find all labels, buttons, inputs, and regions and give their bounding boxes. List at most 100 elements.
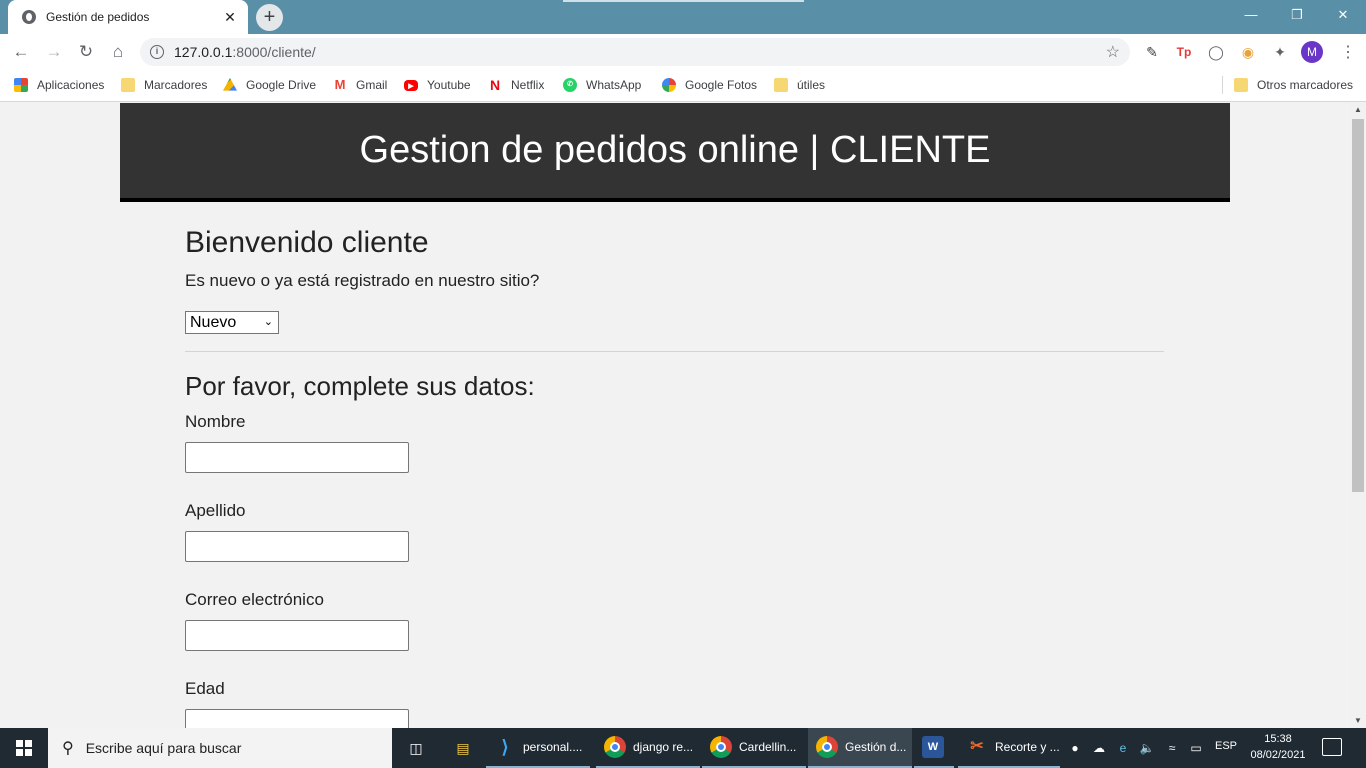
close-window-button[interactable]: ✕ — [1320, 0, 1366, 30]
gmail-icon: M — [334, 77, 346, 92]
taskbar-clock[interactable]: 15:38 08/02/2021 — [1248, 731, 1308, 763]
restore-button[interactable]: ❐ — [1274, 0, 1320, 30]
wifi-icon[interactable]: ≈ — [1164, 740, 1180, 756]
bookmark-label: Google Drive — [246, 78, 317, 92]
globe-icon — [22, 10, 36, 24]
bookmark-star-icon[interactable]: ☆ — [1106, 42, 1120, 62]
windows-logo-icon — [16, 740, 32, 756]
netflix-icon: N — [489, 77, 501, 93]
scroll-up-icon[interactable]: ▲ — [1350, 103, 1366, 117]
pen-extension-icon[interactable]: ✎ — [1143, 43, 1161, 61]
clock-time: 15:38 — [1264, 733, 1292, 745]
scroll-thumb[interactable] — [1352, 119, 1364, 492]
taskbar-app-chrome-gestion[interactable]: Gestión d... — [808, 728, 912, 768]
bookmark-utiles[interactable]: útiles — [774, 70, 825, 100]
form-heading: Por favor, complete sus datos: — [185, 371, 535, 401]
nombre-label: Nombre — [185, 412, 246, 431]
minimize-button[interactable]: — — [1228, 0, 1274, 30]
volume-icon[interactable]: 🔈 — [1139, 740, 1155, 756]
bookmark-label: Otros marcadores — [1257, 78, 1354, 92]
tab-gestion-pedidos[interactable]: Gestión de pedidos ✕ — [8, 0, 248, 34]
address-bar[interactable]: i 127.0.0.1:8000/cliente/ ☆ — [140, 38, 1130, 66]
bookmark-label: Marcadores — [144, 78, 208, 92]
bookmark-google-fotos[interactable]: Google Fotos — [662, 70, 757, 100]
tab-title: Gestión de pedidos — [46, 10, 150, 24]
google-photos-icon — [662, 78, 676, 92]
taskbar-app-label: django re... — [633, 740, 694, 754]
bookmark-whatsapp[interactable]: ✆ WhatsApp — [563, 70, 641, 100]
kebab-menu-icon[interactable]: ⋮ — [1340, 42, 1356, 62]
nombre-input[interactable] — [185, 442, 409, 473]
notifications-icon[interactable] — [1322, 738, 1342, 756]
whatsapp-icon: ✆ — [563, 78, 577, 92]
taskbar-app-label: Cardellin... — [739, 740, 797, 754]
chrome-icon — [604, 736, 626, 758]
welcome-heading: Bienvenido cliente — [185, 226, 429, 259]
word-icon: W — [922, 736, 944, 758]
folder-icon — [774, 78, 788, 92]
client-type-question: Es nuevo o ya está registrado en nuestro… — [185, 271, 540, 290]
section-divider — [185, 351, 1164, 352]
bookmark-gmail[interactable]: M Gmail — [333, 70, 388, 100]
client-type-select[interactable]: Nuevo ⌄ — [185, 311, 279, 334]
edge-tray-icon[interactable]: e — [1115, 740, 1131, 756]
info-icon[interactable]: i — [150, 45, 164, 59]
google-drive-icon — [223, 78, 237, 91]
reload-icon[interactable]: ↻ — [74, 40, 98, 64]
edad-label: Edad — [185, 679, 225, 698]
tray-chrome-icon[interactable]: ● — [1067, 740, 1083, 756]
chevron-down-icon: ⌄ — [263, 316, 273, 328]
tab-strip: Gestión de pedidos ✕ + — ❐ ✕ — [0, 0, 1366, 34]
youtube-icon: ▶ — [404, 79, 418, 91]
folder-icon — [1234, 78, 1248, 92]
taskbar-app-vscode[interactable]: ⟩ personal.... — [486, 728, 590, 768]
bookmark-otros-marcadores[interactable]: Otros marcadores — [1234, 70, 1353, 100]
tab-strip-highlight — [563, 0, 804, 2]
apellido-label: Apellido — [185, 501, 246, 520]
bookmark-label: Google Fotos — [685, 78, 758, 92]
email-input[interactable] — [185, 620, 409, 651]
vscode-icon: ⟩ — [501, 737, 509, 757]
bookmark-netflix[interactable]: N Netflix — [488, 70, 544, 100]
clock-date: 08/02/2021 — [1250, 749, 1306, 761]
taskbar-app-label: Recorte y ... — [995, 740, 1060, 754]
home-icon[interactable]: ⌂ — [106, 40, 130, 64]
scroll-down-icon[interactable]: ▼ — [1350, 714, 1366, 728]
bookmark-aplicaciones[interactable]: Aplicaciones — [14, 70, 104, 100]
close-tab-icon[interactable]: ✕ — [222, 9, 238, 26]
cloud-icon[interactable]: ☁ — [1091, 740, 1107, 756]
pocket-extension-icon[interactable]: ◯ — [1207, 43, 1225, 61]
new-tab-button[interactable]: + — [256, 4, 283, 31]
battery-icon[interactable]: ▭ — [1188, 740, 1204, 756]
taskbar-app-word[interactable]: W — [914, 728, 954, 768]
url-host: 127.0.0.1 — [174, 44, 233, 60]
task-view-icon[interactable]: ◫ — [404, 736, 428, 760]
owl-extension-icon[interactable]: ◉ — [1239, 43, 1257, 61]
tp-extension-icon[interactable]: Tp — [1175, 43, 1193, 61]
search-icon: ⚲ — [62, 740, 74, 757]
back-icon[interactable]: ← — [9, 40, 33, 64]
apellido-input[interactable] — [185, 531, 409, 562]
forward-icon[interactable]: → — [42, 40, 66, 64]
bookmark-label: Youtube — [427, 78, 471, 92]
edad-input[interactable] — [185, 709, 409, 728]
taskbar-app-snip-sketch[interactable]: ✂ Recorte y ... — [958, 728, 1060, 768]
bookmark-youtube[interactable]: ▶ Youtube — [404, 70, 471, 100]
extensions-puzzle-icon[interactable]: ✦ — [1271, 43, 1289, 61]
taskbar-app-chrome-django[interactable]: django re... — [596, 728, 700, 768]
language-indicator[interactable]: ESP — [1215, 740, 1237, 752]
email-label: Correo electrónico — [185, 590, 324, 609]
file-explorer-icon[interactable]: ▤ — [451, 736, 475, 760]
chrome-icon — [710, 736, 732, 758]
search-placeholder: Escribe aquí para buscar — [85, 740, 242, 756]
taskbar-search[interactable]: ⚲ Escribe aquí para buscar — [48, 728, 392, 768]
profile-avatar[interactable]: M — [1301, 41, 1323, 63]
taskbar-app-label: Gestión d... — [845, 740, 907, 754]
page-title: Gestion de pedidos online | CLIENTE — [359, 129, 991, 171]
bookmark-marcadores[interactable]: Marcadores — [121, 70, 207, 100]
bookmark-google-drive[interactable]: Google Drive — [223, 70, 316, 100]
page-scrollbar[interactable]: ▲ ▼ — [1350, 103, 1366, 728]
client-type-selected-value: Nuevo — [190, 314, 237, 331]
start-button[interactable] — [0, 728, 48, 768]
taskbar-app-chrome-cardellin[interactable]: Cardellin... — [702, 728, 806, 768]
